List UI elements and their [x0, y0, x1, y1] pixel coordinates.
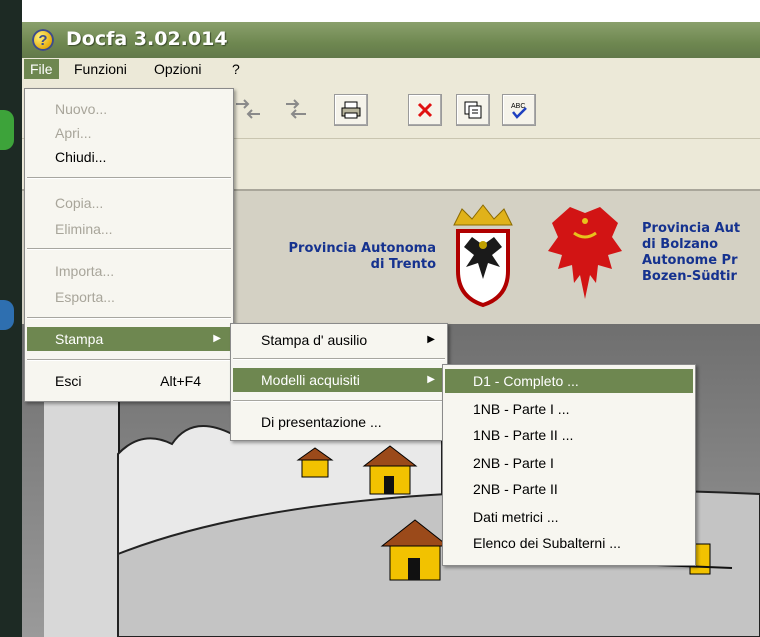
- modelli-submenu: D1 - Completo ... 1NB - Parte I ... 1NB …: [442, 364, 696, 566]
- menu-item-d1-completo[interactable]: D1 - Completo ...: [445, 369, 693, 393]
- title-bar[interactable]: ? Docfa 3.02.014: [22, 22, 760, 58]
- spellcheck-icon[interactable]: ABC: [502, 94, 536, 126]
- bolzano-line-3: Autonome Pr: [642, 253, 738, 268]
- menu-item-esci-label: Esci: [55, 373, 82, 389]
- menu-item-copia[interactable]: Copia...: [27, 191, 231, 215]
- menu-separator: [27, 359, 231, 361]
- trento-line-2: di Trento: [370, 257, 436, 272]
- menu-item-esporta[interactable]: Esporta...: [27, 285, 231, 309]
- trento-line-1: Provincia Autonoma: [288, 241, 436, 256]
- menu-item-elenco-subalterni[interactable]: Elenco dei Subalterni ...: [445, 531, 693, 555]
- menu-item-1nb-parte-1[interactable]: 1NB - Parte I ...: [445, 397, 693, 421]
- app-help-icon: ?: [32, 29, 54, 51]
- menu-funzioni[interactable]: Funzioni: [68, 59, 133, 79]
- submenu-arrow-icon: ▶: [427, 374, 435, 385]
- delete-icon[interactable]: [408, 94, 442, 126]
- menu-separator: [27, 248, 231, 250]
- stampa-submenu: Stampa d' ausilio ▶ Modelli acquisiti ▶ …: [230, 323, 448, 441]
- bolzano-coat-of-arms: [548, 207, 622, 299]
- modelli-acquisiti-label: Modelli acquisiti: [261, 372, 360, 388]
- menu-opzioni[interactable]: Opzioni: [148, 59, 207, 79]
- menu-item-elimina[interactable]: Elimina...: [27, 217, 231, 241]
- bolzano-line-1: Provincia Aut: [642, 221, 741, 236]
- file-menu: Nuovo... Apri... Chiudi... Copia... Elim…: [24, 88, 234, 402]
- menu-item-stampa-ausilio[interactable]: Stampa d' ausilio ▶: [233, 328, 445, 352]
- menu-item-2nb-parte-2[interactable]: 2NB - Parte II: [445, 477, 693, 501]
- menu-bar: File Funzioni Opzioni ?: [22, 58, 760, 80]
- menu-item-2nb-parte-1[interactable]: 2NB - Parte I: [445, 451, 693, 475]
- menu-item-esci[interactable]: Esci Alt+F4: [27, 369, 231, 393]
- trento-coat-of-arms: [453, 204, 513, 308]
- stampa-ausilio-label: Stampa d' ausilio: [261, 332, 368, 348]
- menu-file[interactable]: File: [24, 59, 59, 79]
- move-right-icon[interactable]: [280, 94, 312, 124]
- window-title: Docfa 3.02.014: [66, 28, 228, 50]
- menu-item-stampa-label: Stampa: [55, 331, 104, 347]
- menu-item-apri[interactable]: Apri...: [27, 121, 231, 145]
- menu-separator: [233, 400, 445, 402]
- menu-item-dati-metrici[interactable]: Dati metrici ...: [445, 505, 693, 529]
- move-left-icon[interactable]: [232, 94, 264, 124]
- desktop-icon-glow: [0, 300, 14, 330]
- menu-help[interactable]: ?: [226, 59, 246, 79]
- menu-item-stampa[interactable]: Stampa ▶: [27, 327, 231, 351]
- submenu-arrow-icon: ▶: [213, 333, 221, 344]
- menu-item-1nb-parte-2[interactable]: 1NB - Parte II ...: [445, 423, 693, 447]
- trento-label: Provincia Autonoma di Trento: [236, 241, 436, 273]
- menu-item-importa[interactable]: Importa...: [27, 259, 231, 283]
- menu-item-nuovo[interactable]: Nuovo...: [27, 97, 231, 121]
- menu-separator: [27, 317, 231, 319]
- menu-item-chiudi[interactable]: Chiudi...: [27, 145, 231, 169]
- submenu-arrow-icon: ▶: [427, 334, 435, 345]
- print-icon[interactable]: [334, 94, 368, 126]
- menu-separator: [27, 177, 231, 179]
- esci-shortcut: Alt+F4: [160, 373, 201, 389]
- menu-item-di-presentazione[interactable]: Di presentazione ...: [233, 410, 445, 434]
- menu-separator: [233, 358, 445, 360]
- desktop-background: [0, 0, 22, 637]
- bolzano-label: Provincia Aut di Bolzano Autonome Pr Boz…: [642, 221, 760, 285]
- menu-item-modelli-acquisiti[interactable]: Modelli acquisiti ▶: [233, 368, 445, 392]
- copy-icon[interactable]: [456, 94, 490, 126]
- bolzano-line-4: Bozen-Südtir: [642, 269, 737, 284]
- desktop-icon-glow: [0, 110, 14, 150]
- bolzano-line-2: di Bolzano: [642, 237, 719, 252]
- svg-text:ABC: ABC: [511, 103, 525, 110]
